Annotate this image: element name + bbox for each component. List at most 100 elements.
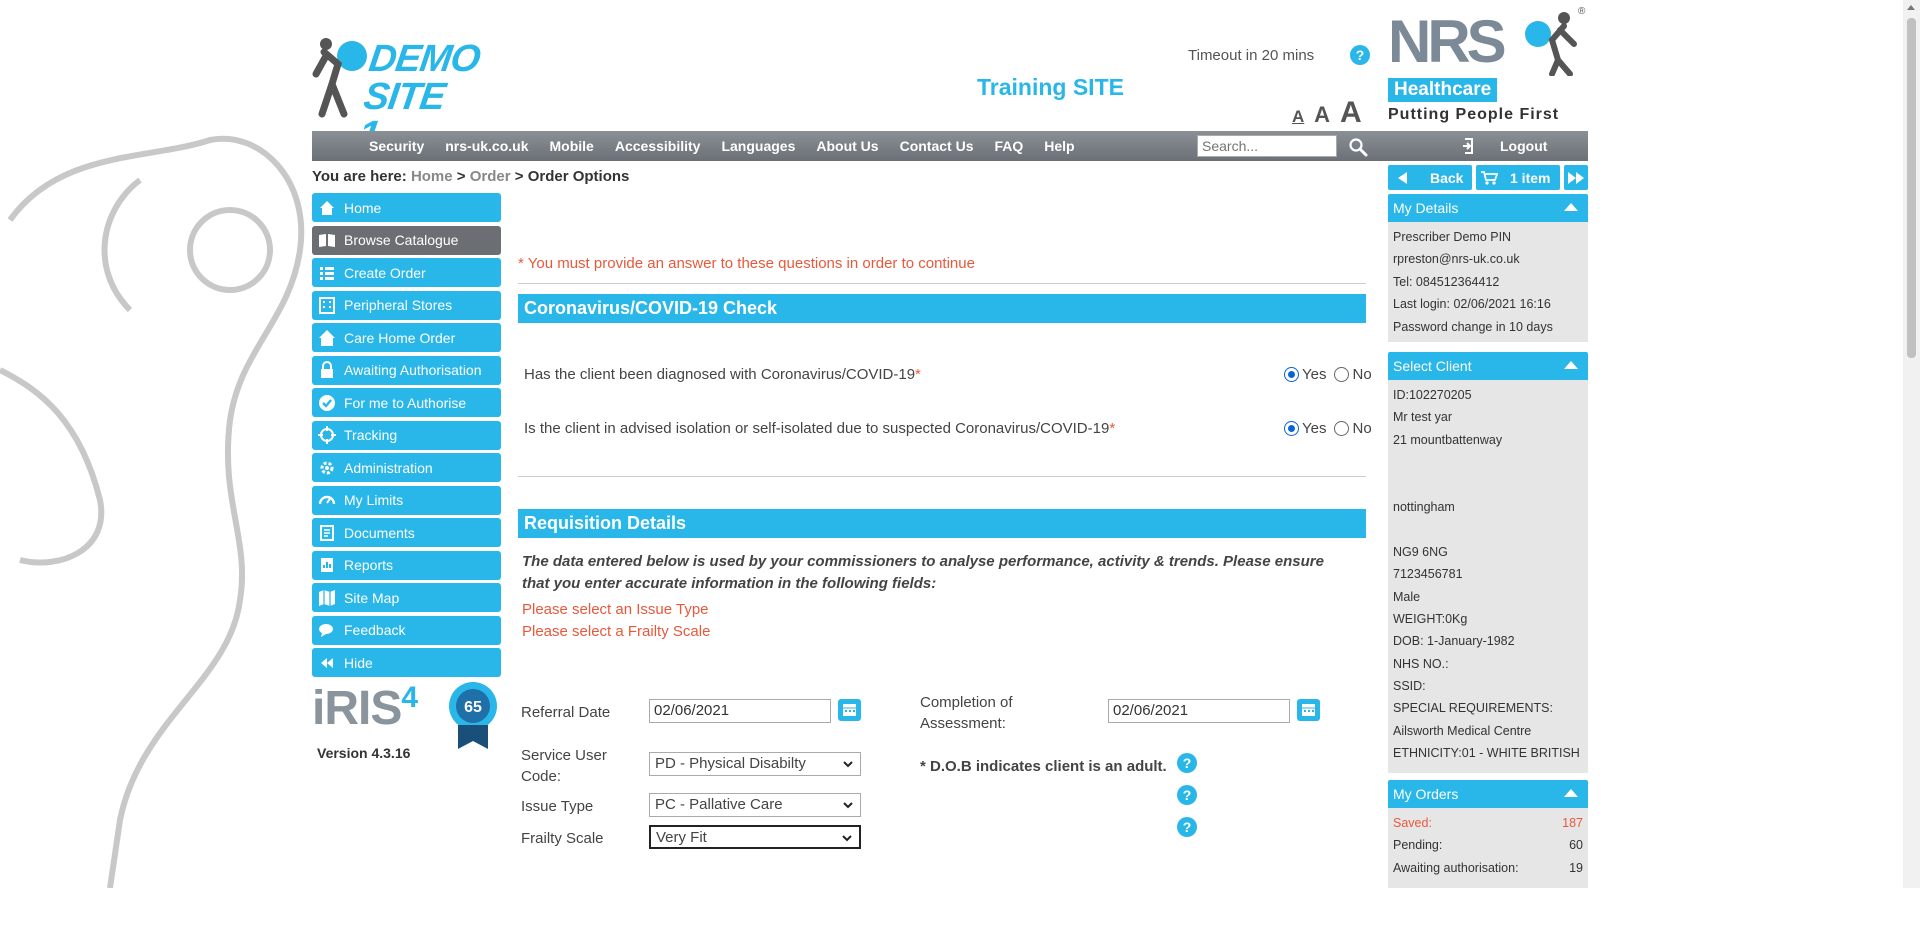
- back-button[interactable]: Back: [1388, 165, 1472, 190]
- search-icon[interactable]: [1348, 137, 1368, 157]
- sidebar-item-documents[interactable]: Documents: [312, 518, 501, 547]
- service-user-code-help-icon[interactable]: ?: [1177, 753, 1197, 773]
- covid-question-isolation: Is the client in advised isolation or se…: [524, 420, 1116, 437]
- completion-date-field[interactable]: 02/06/2021: [1108, 699, 1290, 723]
- demo-site-logo[interactable]: DEMO SITE 1: [312, 34, 482, 156]
- detail-line: Password change in 10 days: [1393, 319, 1553, 334]
- sidebar: Home Browse Catalogue Create Order Perip…: [312, 193, 501, 681]
- sidebar-item-label: Hide: [344, 654, 373, 671]
- font-size-small-button[interactable]: A: [1292, 107, 1304, 126]
- sidebar-item-label: Create Order: [344, 264, 426, 281]
- radio-yes[interactable]: [1284, 367, 1299, 382]
- radio-no[interactable]: [1334, 421, 1350, 436]
- scroll-up-arrow-icon[interactable]: [1907, 5, 1915, 10]
- detail-line: Last login: 02/06/2021 16:16: [1393, 297, 1551, 312]
- orders-row-awaiting[interactable]: Awaiting authorisation: 19: [1393, 857, 1583, 879]
- orders-row-saved[interactable]: Saved: 187: [1393, 812, 1583, 834]
- sidebar-item-awaiting-authorisation[interactable]: Awaiting Authorisation: [312, 355, 501, 385]
- chevron-down-icon: [843, 761, 853, 768]
- client-line: [1393, 518, 1583, 540]
- sidebar-item-hide[interactable]: Hide: [312, 648, 501, 677]
- sidebar-item-create-order[interactable]: Create Order: [312, 258, 501, 287]
- nav-languages[interactable]: Languages: [721, 131, 795, 161]
- cart-icon: [1481, 170, 1498, 185]
- sidebar-item-label: Home: [344, 199, 382, 216]
- issue-type-select[interactable]: PC - Pallative Care: [649, 793, 861, 817]
- service-user-code-select[interactable]: PD - Physical Disabilty: [649, 752, 861, 776]
- collapse-arrow-icon[interactable]: [1564, 789, 1578, 797]
- logout-button[interactable]: Logout: [1462, 131, 1547, 161]
- my-orders-panel: Saved: 187 Pending: 60 Awaiting authorisat…: [1388, 808, 1588, 888]
- client-line: ID:102270205: [1393, 388, 1472, 402]
- home-icon: [320, 200, 334, 215]
- frailty-scale-select[interactable]: Very Fit: [649, 825, 861, 849]
- client-line: WEIGHT:0Kg: [1393, 611, 1468, 626]
- select-client-header[interactable]: Select Client: [1388, 352, 1588, 380]
- sidebar-item-administration[interactable]: Administration: [312, 453, 501, 482]
- nrs-tagline: Putting People First: [1388, 106, 1560, 123]
- top-navigation: Security nrs-uk.co.uk Mobile Accessibili…: [312, 131, 1588, 161]
- sidebar-item-browse-catalogue[interactable]: Browse Catalogue: [312, 225, 501, 255]
- nav-faq[interactable]: FAQ: [994, 131, 1023, 161]
- detail-line: Prescriber Demo PIN: [1393, 230, 1512, 244]
- forward-button[interactable]: [1564, 165, 1588, 190]
- document-icon: [320, 524, 334, 541]
- sidebar-item-my-limits[interactable]: My Limits: [312, 485, 501, 515]
- nav-security[interactable]: Security: [369, 131, 424, 161]
- divider: [518, 476, 1366, 477]
- referral-calendar-icon[interactable]: [838, 699, 861, 721]
- sidebar-item-label: My Limits: [344, 492, 404, 508]
- registered-mark: ®: [1578, 6, 1586, 17]
- report-icon: [321, 558, 333, 572]
- page-scrollbar[interactable]: [1903, 0, 1920, 888]
- sidebar-item-tracking[interactable]: Tracking: [312, 420, 501, 450]
- nav-mobile[interactable]: Mobile: [550, 131, 594, 161]
- orders-row-pending[interactable]: Pending: 60: [1393, 834, 1583, 856]
- client-line: SSID:: [1393, 679, 1426, 694]
- referral-date-label: Referral Date: [521, 704, 611, 721]
- my-details-header[interactable]: My Details: [1388, 194, 1588, 222]
- my-orders-header[interactable]: My Orders: [1388, 780, 1588, 808]
- radio-no[interactable]: [1334, 367, 1350, 382]
- nav-contact-us[interactable]: Contact Us: [900, 131, 974, 161]
- badge-text: 65: [464, 699, 482, 716]
- sidebar-item-reports[interactable]: Reports: [312, 550, 501, 580]
- sidebar-item-for-me-to-authorise[interactable]: For me to Authorise: [312, 388, 501, 417]
- collapse-arrow-icon[interactable]: [1564, 203, 1578, 211]
- nav-nrs-uk[interactable]: nrs-uk.co.uk: [445, 131, 528, 161]
- sidebar-item-feedback[interactable]: Feedback: [312, 615, 501, 645]
- nav-help[interactable]: Help: [1044, 131, 1074, 161]
- collapse-arrow-icon[interactable]: [1564, 361, 1578, 369]
- scrollbar-thumb[interactable]: [1907, 18, 1916, 358]
- nrs-healthcare-logo[interactable]: NRS Healthcare Putting People First ®: [1386, 6, 1586, 130]
- issue-type-help-icon[interactable]: ?: [1177, 785, 1197, 805]
- sidebar-item-label: Browse Catalogue: [344, 232, 459, 248]
- completion-calendar-icon[interactable]: [1297, 699, 1320, 721]
- radio-yes[interactable]: [1284, 421, 1299, 436]
- cart-button[interactable]: 1 item: [1476, 165, 1560, 190]
- select-client-panel: ID:102270205 Mr test yar 21 mountbattenw…: [1388, 380, 1588, 773]
- sidebar-item-care-home-order[interactable]: Care Home Order: [312, 323, 501, 352]
- covid-diagnosed-radio-group: Yes No: [1284, 366, 1380, 383]
- client-line: 21 mountbattenway: [1393, 432, 1503, 447]
- referral-date-field[interactable]: 02/06/2021: [649, 699, 831, 723]
- sidebar-item-label: For me to Authorise: [344, 394, 467, 411]
- sidebar-item-home[interactable]: Home: [312, 193, 501, 222]
- font-size-medium-button[interactable]: A: [1314, 102, 1330, 127]
- breadcrumb-home[interactable]: Home: [411, 168, 453, 185]
- sidebar-item-peripheral-stores[interactable]: Peripheral Stores: [312, 290, 501, 320]
- nav-about-us[interactable]: About Us: [816, 131, 878, 161]
- chat-icon: [319, 624, 333, 637]
- nrs-logo-text: NRS: [1388, 8, 1507, 75]
- building-icon: [319, 297, 335, 314]
- help-icon[interactable]: ?: [1350, 45, 1370, 65]
- sidebar-item-site-map[interactable]: Site Map: [312, 583, 501, 612]
- breadcrumb-order[interactable]: Order: [470, 168, 511, 185]
- search-input[interactable]: [1197, 135, 1337, 157]
- font-size-large-button[interactable]: A: [1340, 96, 1362, 129]
- logout-icon: [1463, 138, 1473, 154]
- frailty-scale-help-icon[interactable]: ?: [1177, 817, 1197, 837]
- client-line: Mr test yar: [1393, 410, 1453, 425]
- nav-accessibility[interactable]: Accessibility: [615, 131, 701, 161]
- sidebar-item-label: Administration: [344, 459, 433, 476]
